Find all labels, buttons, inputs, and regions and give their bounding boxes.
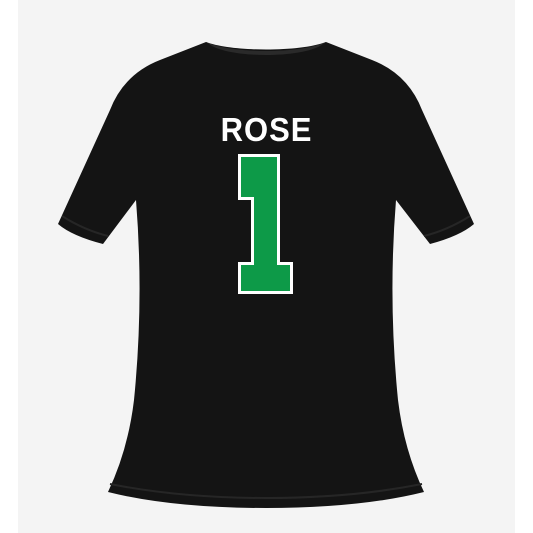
product-image: ROSE bbox=[0, 0, 533, 533]
tshirt-back-icon bbox=[58, 42, 474, 508]
player-name-text: ROSE bbox=[220, 110, 313, 149]
